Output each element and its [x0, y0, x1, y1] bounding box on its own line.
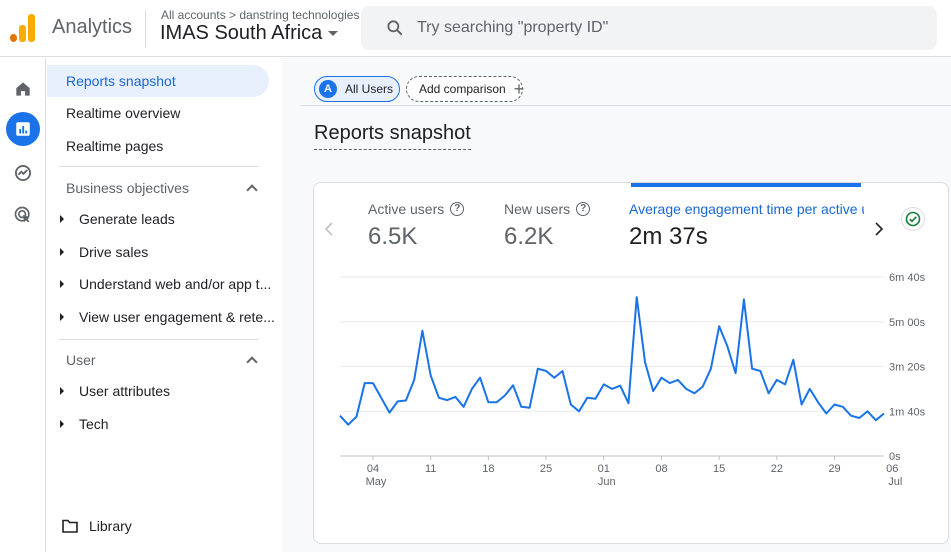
- chevron-left-icon[interactable]: [324, 221, 336, 237]
- insights-status-badge[interactable]: [901, 207, 925, 231]
- add-comparison-label: Add comparison: [419, 82, 506, 96]
- x-tick-label: 11: [425, 463, 436, 475]
- y-tick-label: 0s: [889, 451, 901, 463]
- account-breadcrumb[interactable]: All accounts > danstring technologies: [161, 8, 359, 22]
- x-tick-label: 15: [713, 463, 725, 475]
- item-label: Generate leads: [79, 211, 175, 227]
- comparison-badge: A: [319, 80, 337, 98]
- sidebar-item-realtime-overview[interactable]: Realtime overview: [47, 97, 269, 129]
- metric-card-avg-engagement-time[interactable]: Average engagement time per active user …: [629, 201, 864, 251]
- y-tick-label: 3m 20s: [889, 362, 926, 374]
- chevron-up-icon: [246, 356, 258, 368]
- section-user[interactable]: User: [66, 352, 260, 368]
- sidebar-item-user-attributes[interactable]: User attributes: [47, 375, 281, 407]
- item-label: View user engagement & rete...: [79, 309, 275, 325]
- metric-value: 6.5K: [368, 223, 418, 250]
- section-title: User: [66, 352, 96, 368]
- property-name: IMAS South Africa: [160, 22, 323, 44]
- expand-arrow-icon: [60, 248, 64, 256]
- caret-down-icon: [328, 31, 339, 37]
- toolbar-divider: [300, 105, 951, 106]
- plus-icon: +: [513, 79, 525, 99]
- reports-button[interactable]: [6, 112, 40, 146]
- item-label: Understand web and/or app t...: [79, 276, 272, 292]
- overview-card: Active users? 6.5K New users? 6.2K Avera…: [313, 182, 949, 544]
- metric-clip: Average engagement time per active user …: [628, 183, 864, 273]
- sidebar-item-generate-leads[interactable]: Generate leads: [47, 203, 281, 235]
- y-tick-label: 1m 40s: [889, 406, 926, 418]
- sidebar-item-realtime-pages[interactable]: Realtime pages: [47, 130, 269, 162]
- search-bar[interactable]: [361, 6, 937, 50]
- home-button[interactable]: [6, 72, 40, 106]
- top-bar: Analytics All accounts > danstring techn…: [0, 0, 951, 57]
- search-icon: [387, 20, 403, 36]
- comparison-label: All Users: [345, 82, 394, 96]
- reports-sidenav: Reports snapshot Realtime overview Realt…: [47, 58, 281, 552]
- help-icon[interactable]: ?: [576, 202, 591, 216]
- search-input[interactable]: [417, 16, 917, 40]
- page-title: Reports snapshot: [314, 122, 471, 150]
- nav-divider: [59, 166, 258, 167]
- help-icon[interactable]: ?: [450, 202, 465, 216]
- library-link[interactable]: Library: [62, 518, 132, 534]
- x-tick-label: 08: [655, 463, 667, 475]
- explore-button[interactable]: [6, 156, 40, 190]
- header-divider: [145, 10, 146, 48]
- home-icon: [16, 82, 30, 96]
- x-tick-label: 01: [598, 463, 610, 475]
- metric-label: Active users: [368, 201, 445, 217]
- engagement-time-chart: 0s1m 40s3m 20s5m 00s6m 40s04May11 18 25 01J…: [339, 272, 926, 488]
- expand-arrow-icon: [60, 420, 64, 428]
- comparison-chip-all-users[interactable]: A All Users: [314, 76, 400, 102]
- x-tick-label: 29: [828, 463, 840, 475]
- sidebar-item-reports-snapshot[interactable]: Reports snapshot: [47, 65, 269, 97]
- main-content: A All Users Add comparison + Reports sna…: [282, 58, 951, 552]
- reports-icon: [16, 122, 30, 136]
- x-tick-label: 25: [540, 463, 552, 475]
- sidebar-item-understand-traffic[interactable]: Understand web and/or app t...: [47, 268, 281, 300]
- folder-icon: [62, 519, 78, 533]
- metric-card-active-users[interactable]: Active users? 6.5K: [368, 201, 465, 251]
- x-tick-label: 06: [886, 463, 898, 475]
- expand-arrow-icon: [60, 387, 64, 395]
- y-tick-label: 5m 00s: [889, 317, 926, 329]
- x-tick-month-label: Jun: [598, 476, 616, 488]
- expand-arrow-icon: [60, 280, 64, 288]
- metric-label: Average engagement time per active user: [629, 201, 864, 217]
- expand-arrow-icon: [60, 215, 64, 223]
- x-tick-month-label: May: [366, 476, 387, 488]
- item-label: User attributes: [79, 383, 171, 399]
- add-comparison-button[interactable]: Add comparison +: [406, 76, 525, 102]
- chevron-up-icon: [246, 184, 258, 196]
- x-tick-label: 04: [367, 463, 379, 475]
- nav-rail: [0, 58, 46, 552]
- sidebar-item-user-engagement[interactable]: View user engagement & rete...: [47, 301, 281, 333]
- check-circle-icon: [905, 211, 921, 227]
- section-title: Business objectives: [66, 180, 189, 196]
- item-label: Drive sales: [79, 244, 149, 260]
- y-tick-label: 6m 40s: [889, 272, 926, 284]
- metric-label: New users: [504, 201, 571, 217]
- analytics-logo[interactable]: [10, 14, 36, 42]
- explore-icon: [15, 165, 31, 181]
- x-tick-month-label: Jul: [888, 476, 902, 488]
- sidebar-item-tech[interactable]: Tech: [47, 408, 281, 440]
- sidebar-item-drive-sales[interactable]: Drive sales: [47, 236, 281, 268]
- item-label: Tech: [79, 416, 109, 432]
- advertising-icon: [14, 206, 30, 223]
- property-selector[interactable]: IMAS South Africa: [160, 22, 339, 45]
- nav-divider: [59, 339, 258, 340]
- metric-value: 2m 37s: [629, 223, 708, 250]
- advertising-button[interactable]: [6, 198, 40, 232]
- expand-arrow-icon: [60, 313, 64, 321]
- metric-card-new-users[interactable]: New users? 6.2K: [504, 201, 591, 251]
- x-tick-label: 18: [482, 463, 494, 475]
- x-tick-label: 22: [771, 463, 783, 475]
- library-label: Library: [89, 518, 132, 534]
- app-name: Analytics: [52, 16, 133, 38]
- series-line: [339, 296, 885, 426]
- chevron-right-icon[interactable]: [872, 221, 884, 237]
- metric-value: 6.2K: [504, 223, 554, 250]
- section-business-objectives[interactable]: Business objectives: [66, 180, 260, 196]
